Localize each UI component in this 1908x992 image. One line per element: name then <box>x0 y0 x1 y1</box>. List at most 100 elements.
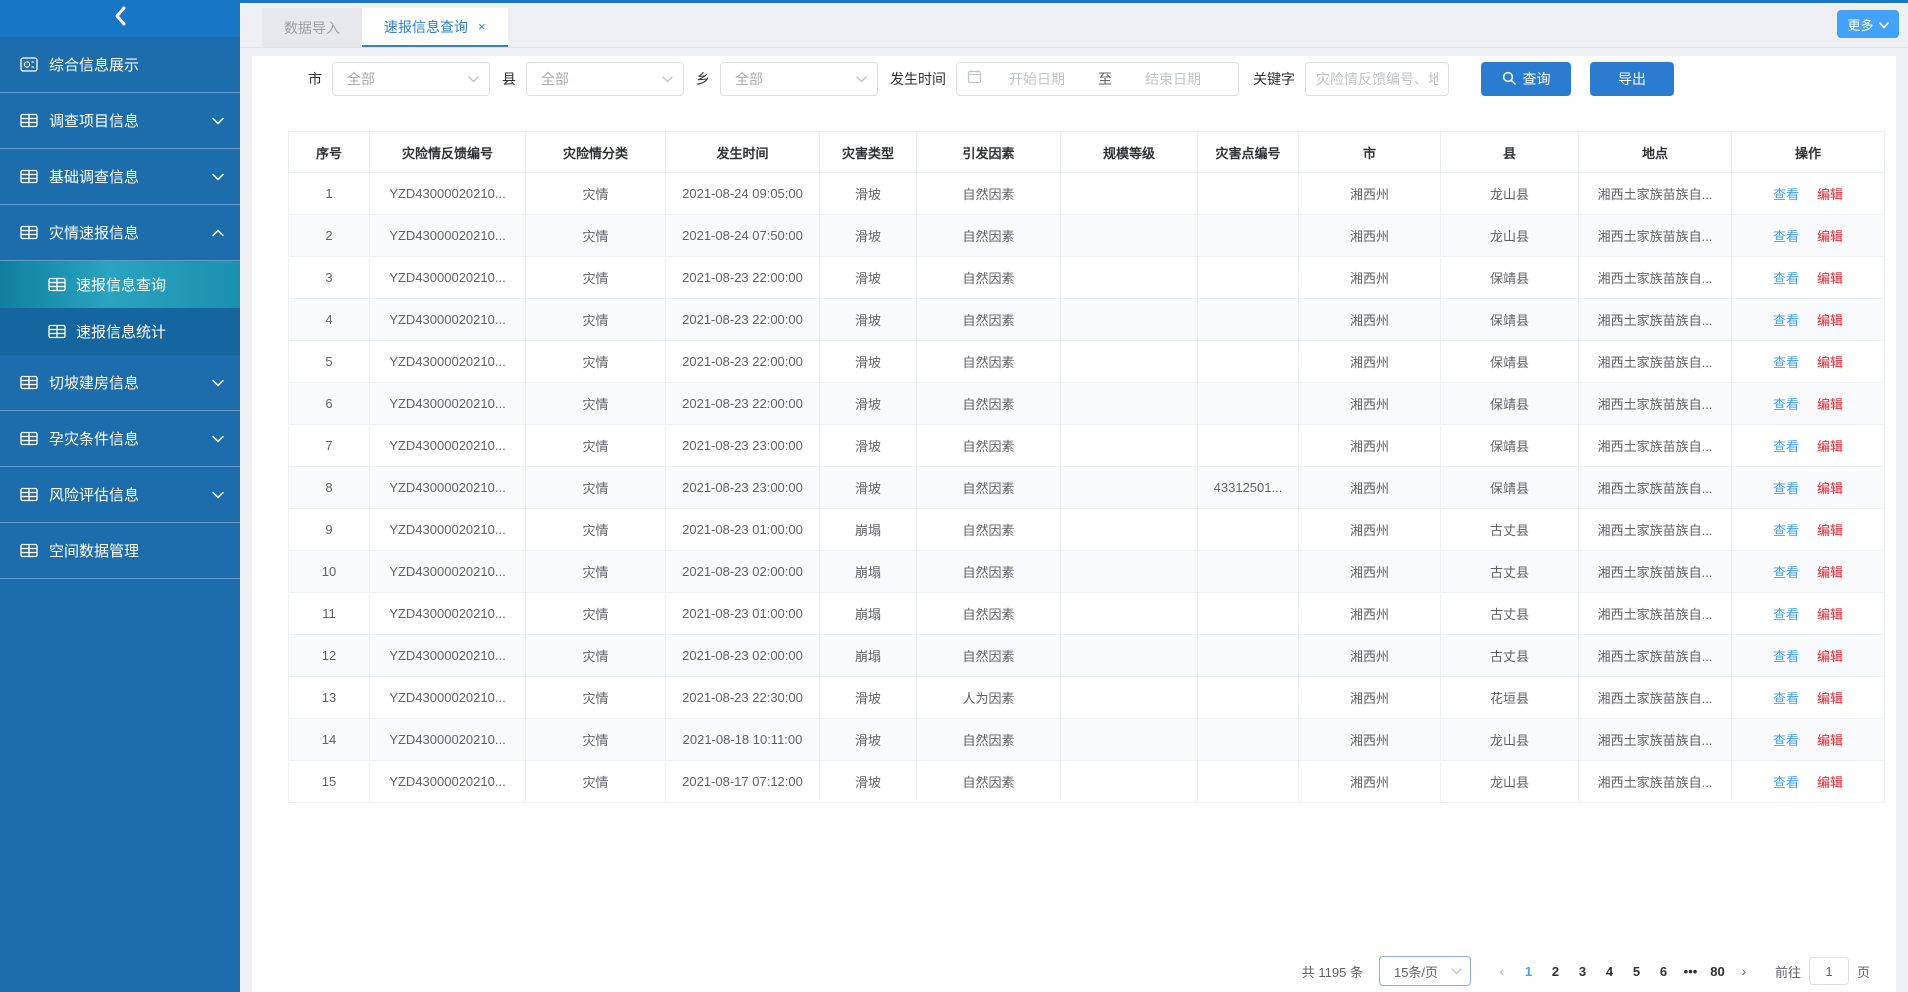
page-number[interactable]: 2 <box>1542 964 1569 979</box>
tab[interactable]: 数据导入 <box>262 8 362 47</box>
cell-point-code <box>1198 173 1299 215</box>
town-select[interactable]: 全部 <box>720 62 878 96</box>
sidebar-item[interactable]: 孕灾条件信息 <box>0 411 240 467</box>
cell-actions: 查看 编辑 <box>1732 341 1885 383</box>
edit-link[interactable]: 编辑 <box>1817 439 1843 454</box>
view-link[interactable]: 查看 <box>1773 775 1799 790</box>
sidebar-item[interactable]: 空间数据管理 <box>0 523 240 579</box>
table-row: 6YZD43000020210...灾情2021-08-23 22:00:00滑… <box>289 383 1885 425</box>
cell-location: 湘西土家族苗族自... <box>1579 467 1732 509</box>
chevron-down-icon <box>212 173 224 181</box>
edit-link[interactable]: 编辑 <box>1817 691 1843 706</box>
page-size-select[interactable]: 15条/页 <box>1379 956 1471 986</box>
view-link[interactable]: 查看 <box>1773 439 1799 454</box>
sidebar-item[interactable]: 基础调查信息 <box>0 149 240 205</box>
more-button-label: 更多 <box>1847 15 1873 34</box>
city-select[interactable]: 全部 <box>332 62 490 96</box>
page-number[interactable]: 3 <box>1569 964 1596 979</box>
view-link[interactable]: 查看 <box>1773 229 1799 244</box>
cell-point-code <box>1198 635 1299 677</box>
sidebar-item[interactable]: 调查项目信息 <box>0 93 240 149</box>
table-row: 14YZD43000020210...灾情2021-08-18 10:11:00… <box>289 719 1885 761</box>
cell-cause: 自然因素 <box>917 215 1061 257</box>
export-button[interactable]: 导出 <box>1590 62 1674 96</box>
cell-time: 2021-08-23 23:00:00 <box>666 467 820 509</box>
edit-link[interactable]: 编辑 <box>1817 775 1843 790</box>
close-icon[interactable]: × <box>478 19 486 34</box>
sidebar-subitem-label: 速报信息查询 <box>76 274 166 295</box>
sidebar-item[interactable]: 综合信息展示 <box>0 37 240 93</box>
page-number[interactable]: 4 <box>1596 964 1623 979</box>
grid-icon <box>20 169 38 184</box>
edit-link[interactable]: 编辑 <box>1817 607 1843 622</box>
view-link[interactable]: 查看 <box>1773 649 1799 664</box>
sidebar-subitem-active[interactable]: 速报信息查询 <box>0 261 240 308</box>
table-row: 3YZD43000020210...灾情2021-08-23 22:00:00滑… <box>289 257 1885 299</box>
time-filter-label: 发生时间 <box>890 69 946 89</box>
edit-link[interactable]: 编辑 <box>1817 187 1843 202</box>
date-range-picker[interactable]: 开始日期 至 结束日期 <box>956 62 1239 96</box>
sidebar-item[interactable]: 切坡建房信息 <box>0 355 240 411</box>
goto-page-input[interactable] <box>1809 957 1849 985</box>
next-page-button[interactable]: › <box>1731 963 1757 979</box>
view-link[interactable]: 查看 <box>1773 733 1799 748</box>
more-button[interactable]: 更多 <box>1837 10 1899 38</box>
edit-link[interactable]: 编辑 <box>1817 733 1843 748</box>
edit-link[interactable]: 编辑 <box>1817 271 1843 286</box>
cell-category: 灾情 <box>526 257 666 299</box>
edit-link[interactable]: 编辑 <box>1817 649 1843 664</box>
sidebar-collapse-button[interactable] <box>0 0 240 37</box>
cell-scale <box>1061 551 1198 593</box>
sidebar-item-label: 风险评估信息 <box>49 484 139 505</box>
cell-point-code <box>1198 341 1299 383</box>
page-number[interactable]: 5 <box>1623 964 1650 979</box>
edit-link[interactable]: 编辑 <box>1817 313 1843 328</box>
page-number[interactable]: 6 <box>1650 964 1677 979</box>
cell-cause: 自然因素 <box>917 761 1061 803</box>
cell-city: 湘西州 <box>1299 257 1441 299</box>
view-link[interactable]: 查看 <box>1773 565 1799 580</box>
view-link[interactable]: 查看 <box>1773 355 1799 370</box>
page-number[interactable]: 1 <box>1515 964 1542 979</box>
tab-active[interactable]: 速报信息查询× <box>362 8 508 47</box>
cell-location: 湘西土家族苗族自... <box>1579 173 1732 215</box>
edit-link[interactable]: 编辑 <box>1817 355 1843 370</box>
edit-link[interactable]: 编辑 <box>1817 481 1843 496</box>
cell-cause: 自然因素 <box>917 299 1061 341</box>
grid-icon <box>48 324 66 339</box>
view-link[interactable]: 查看 <box>1773 187 1799 202</box>
prev-page-button[interactable]: ‹ <box>1489 963 1515 979</box>
view-link[interactable]: 查看 <box>1773 523 1799 538</box>
keyword-input[interactable] <box>1305 62 1449 96</box>
start-date-placeholder[interactable]: 开始日期 <box>982 69 1092 89</box>
view-link[interactable]: 查看 <box>1773 397 1799 412</box>
search-button[interactable]: 查询 <box>1481 62 1571 96</box>
town-select-value: 全部 <box>735 69 763 89</box>
cell-type: 滑坡 <box>820 425 917 467</box>
sidebar-item[interactable]: 风险评估信息 <box>0 467 240 523</box>
cell-county: 古丈县 <box>1441 635 1579 677</box>
edit-link[interactable]: 编辑 <box>1817 397 1843 412</box>
chevron-down-icon <box>212 491 224 499</box>
view-link[interactable]: 查看 <box>1773 271 1799 286</box>
column-header: 灾险情分类 <box>526 132 666 173</box>
county-select[interactable]: 全部 <box>526 62 684 96</box>
cell-seq: 3 <box>289 257 370 299</box>
view-link[interactable]: 查看 <box>1773 691 1799 706</box>
cell-cause: 自然因素 <box>917 341 1061 383</box>
edit-link[interactable]: 编辑 <box>1817 229 1843 244</box>
edit-link[interactable]: 编辑 <box>1817 565 1843 580</box>
cell-seq: 4 <box>289 299 370 341</box>
cell-city: 湘西州 <box>1299 677 1441 719</box>
view-link[interactable]: 查看 <box>1773 607 1799 622</box>
view-link[interactable]: 查看 <box>1773 313 1799 328</box>
view-link[interactable]: 查看 <box>1773 481 1799 496</box>
cell-seq: 9 <box>289 509 370 551</box>
end-date-placeholder[interactable]: 结束日期 <box>1118 69 1228 89</box>
cell-actions: 查看 编辑 <box>1732 383 1885 425</box>
cell-time: 2021-08-23 22:00:00 <box>666 257 820 299</box>
sidebar-item[interactable]: 灾情速报信息 <box>0 205 240 261</box>
edit-link[interactable]: 编辑 <box>1817 523 1843 538</box>
sidebar-subitem[interactable]: 速报信息统计 <box>0 308 240 355</box>
page-number[interactable]: 80 <box>1704 964 1731 979</box>
